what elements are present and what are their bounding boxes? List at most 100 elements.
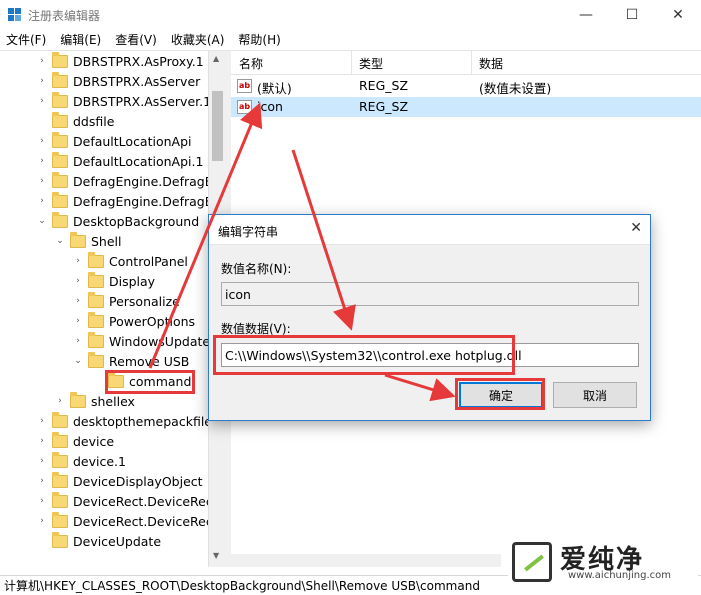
chevron-right-icon[interactable]: ›: [72, 335, 84, 347]
folder-icon: [52, 431, 68, 448]
tree-item-label: command: [129, 373, 192, 389]
tree-item[interactable]: ⌄ DesktopBackground: [36, 211, 199, 231]
tree-item[interactable]: › device.1: [36, 451, 126, 471]
column-type[interactable]: 类型: [359, 55, 383, 72]
tree-item-label: WindowsUpdate: [109, 333, 211, 349]
tree-item-label: DefragEngine.DefragEr: [73, 173, 218, 189]
column-divider[interactable]: [471, 51, 472, 75]
menu-edit[interactable]: 编辑(E): [60, 31, 101, 48]
chevron-down-icon[interactable]: ⌄: [36, 215, 48, 227]
menu-file[interactable]: 文件(F): [6, 31, 46, 48]
folder-icon: [70, 391, 86, 408]
registry-tree[interactable]: › DBRSTPRX.AsProxy.1 › DBRSTPRX.AsServer › DB…: [0, 51, 225, 567]
tree-item[interactable]: › DefaultLocationApi.1: [36, 151, 203, 171]
chevron-right-icon[interactable]: ›: [36, 515, 48, 527]
folder-icon: [52, 51, 68, 68]
tree-item[interactable]: ⌄ Remove USB: [72, 351, 189, 371]
chevron-right-icon[interactable]: ›: [36, 495, 48, 507]
menu-help[interactable]: 帮助(H): [238, 31, 280, 48]
tree-item[interactable]: ddsfile: [36, 111, 114, 131]
tree-item-label: DeviceUpdate: [73, 533, 162, 549]
folder-icon: [52, 191, 68, 208]
tree-item[interactable]: command: [92, 371, 191, 391]
tree-item[interactable]: › DBRSTPRX.AsServer.1: [36, 91, 211, 111]
scrollbar-thumb[interactable]: [212, 91, 223, 161]
chevron-right-icon[interactable]: ›: [36, 135, 48, 147]
chevron-right-icon[interactable]: ›: [36, 415, 48, 427]
tree-item[interactable]: › PowerOptions: [72, 311, 195, 331]
scroll-up-icon[interactable]: ▲: [213, 54, 219, 63]
value-data-field[interactable]: C:\\Windows\\System32\\control.exe hotpl…: [221, 343, 639, 367]
tree-item-label: desktopthemepackfile: [73, 413, 212, 429]
folder-icon: [88, 271, 104, 288]
tree-item-label: DefaultLocationApi.1: [73, 153, 204, 169]
list-row-icon[interactable]: ab icon REG_SZ: [231, 97, 701, 117]
chevron-right-icon[interactable]: ›: [36, 175, 48, 187]
folder-icon: [88, 351, 104, 368]
chevron-right-icon[interactable]: ›: [72, 315, 84, 327]
tree-item-label: device.1: [73, 453, 126, 469]
scroll-down-icon[interactable]: ▼: [213, 551, 219, 560]
chevron-right-icon[interactable]: ›: [36, 75, 48, 87]
tree-item[interactable]: › DeviceRect.DeviceRect.: [36, 511, 222, 531]
watermark-url: www.aichunjing.com: [568, 570, 671, 581]
title-bar: 注册表编辑器 — ☐ ✕: [0, 0, 701, 29]
tree-item-label: DBRSTPRX.AsServer: [73, 73, 201, 89]
folder-icon: [52, 471, 68, 488]
chevron-right-icon[interactable]: ›: [72, 275, 84, 287]
menu-bar: 文件(F) 编辑(E) 查看(V) 收藏夹(A) 帮助(H): [0, 29, 701, 49]
tree-item[interactable]: › DeviceDisplayObject: [36, 471, 203, 491]
tree-item[interactable]: › WindowsUpdate: [72, 331, 210, 351]
menu-view[interactable]: 查看(V): [115, 31, 157, 48]
tree-item[interactable]: DeviceUpdate: [36, 531, 161, 551]
list-horizontal-scrollbar[interactable]: [231, 554, 501, 567]
chevron-right-icon[interactable]: ›: [54, 395, 66, 407]
chevron-right-icon[interactable]: ›: [36, 155, 48, 167]
close-icon[interactable]: ✕: [630, 220, 642, 236]
tree-item[interactable]: › DefragEngine.DefragEr: [36, 171, 218, 191]
chevron-down-icon[interactable]: ⌄: [54, 235, 66, 247]
tree-item[interactable]: › DefragEngine.DefragEr: [36, 191, 218, 211]
minimize-button[interactable]: —: [563, 0, 609, 29]
folder-icon: [88, 291, 104, 308]
tree-item-label: DBRSTPRX.AsServer.1: [73, 93, 212, 109]
column-name[interactable]: 名称: [239, 55, 263, 72]
chevron-down-icon[interactable]: ⌄: [72, 355, 84, 367]
column-divider[interactable]: [351, 51, 352, 75]
chevron-right-icon[interactable]: ›: [72, 255, 84, 267]
tree-item[interactable]: › Personalize: [72, 291, 180, 311]
tree-item[interactable]: › DefaultLocationApi: [36, 131, 192, 151]
tree-item[interactable]: › Display: [72, 271, 155, 291]
column-data[interactable]: 数据: [479, 55, 503, 72]
tree-item[interactable]: ⌄ Shell: [54, 231, 122, 251]
chevron-right-icon[interactable]: ›: [36, 455, 48, 467]
tree-item[interactable]: › DBRSTPRX.AsProxy.1: [36, 51, 204, 71]
chevron-right-icon[interactable]: ›: [36, 95, 48, 107]
chevron-right-icon[interactable]: ›: [36, 435, 48, 447]
folder-icon: [70, 231, 86, 248]
value-data-label: 数值数据(V):: [221, 322, 291, 336]
tree-item[interactable]: › shellex: [54, 391, 135, 411]
chevron-right-icon[interactable]: ›: [36, 55, 48, 67]
tree-item[interactable]: › DeviceRect.DeviceRect: [36, 491, 218, 511]
chevron-right-icon[interactable]: ›: [36, 195, 48, 207]
tree-item-label: Shell: [91, 233, 122, 249]
tree-item[interactable]: › device: [36, 431, 114, 451]
dialog-title-bar: 编辑字符串 ✕: [209, 215, 650, 245]
chevron-right-icon[interactable]: ›: [36, 475, 48, 487]
tree-item[interactable]: › ControlPanel: [72, 251, 188, 271]
menu-favorites[interactable]: 收藏夹(A): [171, 31, 225, 48]
tree-item[interactable]: › DBRSTPRX.AsServer: [36, 71, 200, 91]
list-row-default[interactable]: ab (默认) REG_SZ (数值未设置): [231, 76, 701, 96]
close-button[interactable]: ✕: [655, 0, 701, 29]
tree-item[interactable]: › desktopthemepackfile: [36, 411, 212, 431]
ok-button[interactable]: 确定: [459, 382, 543, 408]
folder-icon: [52, 531, 68, 548]
value-name: icon: [257, 99, 283, 114]
cancel-button[interactable]: 取消: [553, 382, 637, 408]
chevron-right-icon[interactable]: ›: [72, 295, 84, 307]
tree-item-label: ControlPanel: [109, 253, 188, 269]
maximize-button[interactable]: ☐: [609, 0, 655, 29]
